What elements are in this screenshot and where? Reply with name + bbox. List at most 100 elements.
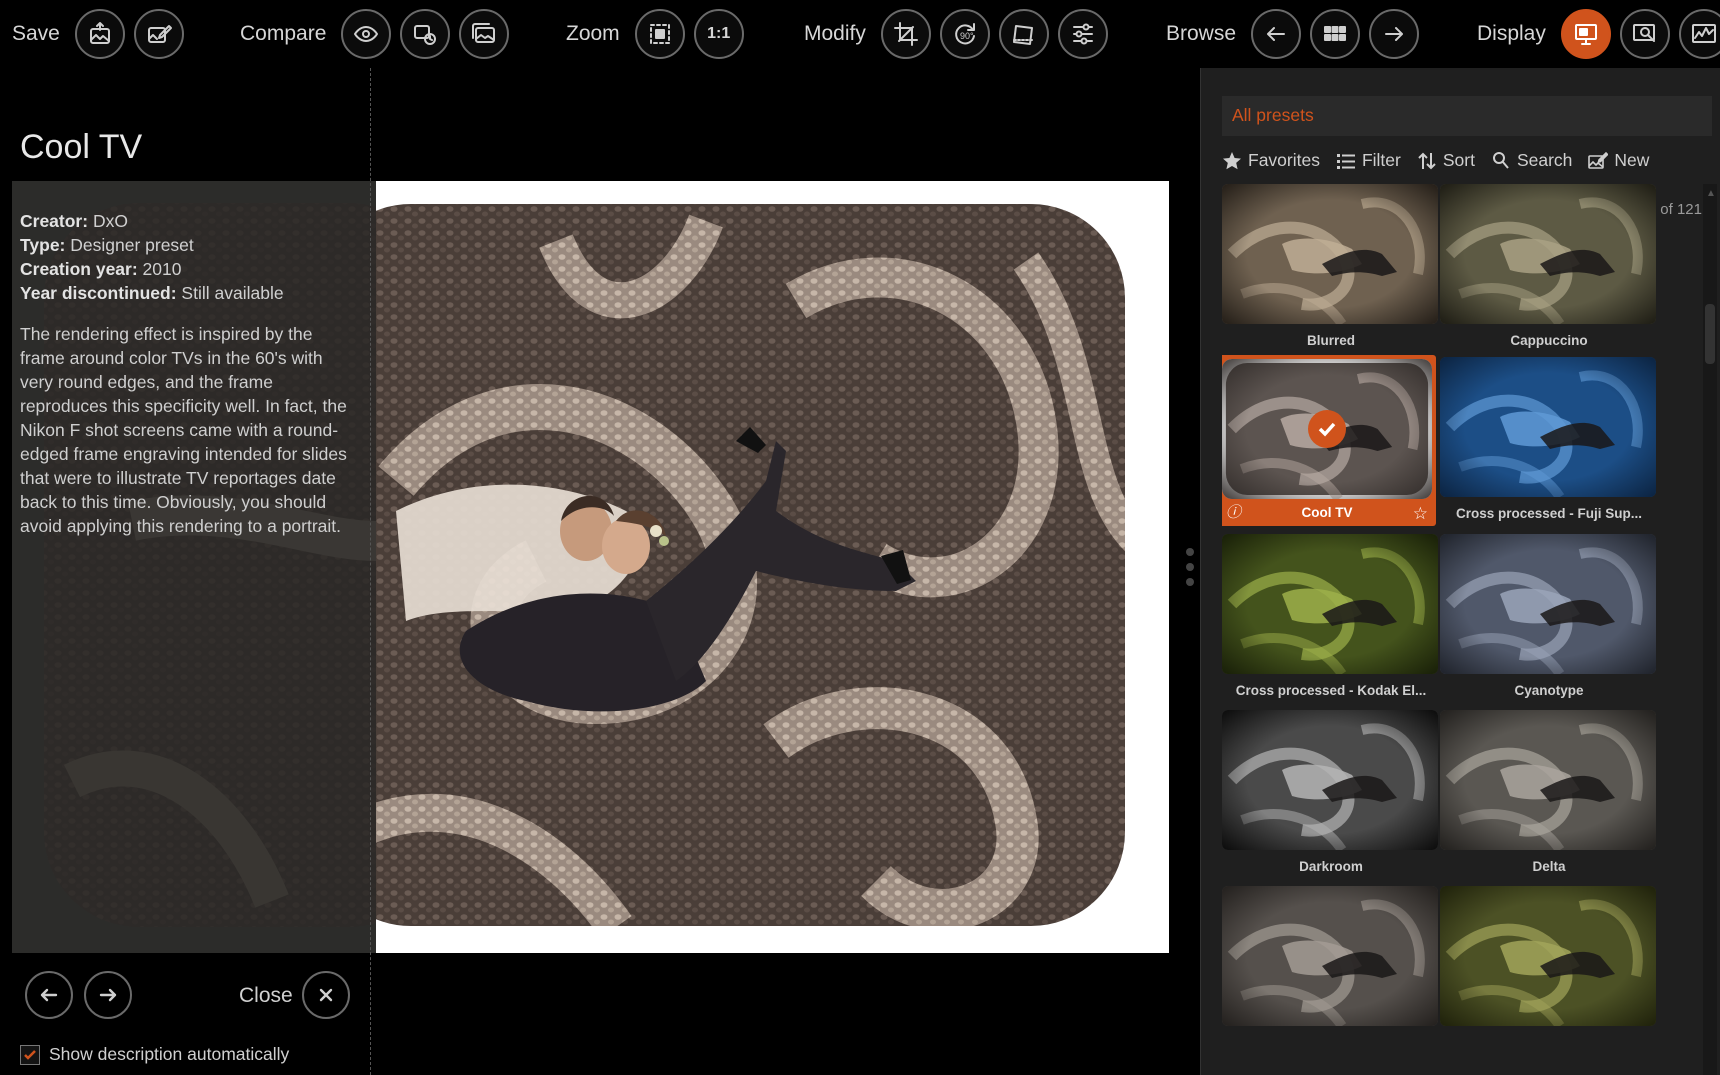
straighten-button[interactable] bbox=[998, 9, 1049, 59]
search-button[interactable]: Search bbox=[1491, 150, 1572, 171]
browse-previous-button[interactable] bbox=[1251, 9, 1302, 59]
modify-group: Modify 90° bbox=[804, 0, 1108, 68]
compare-group-label: Compare bbox=[240, 22, 327, 45]
preset-tile[interactable]: Blurred bbox=[1222, 184, 1440, 348]
preview-image bbox=[376, 181, 1169, 953]
arrow-left-icon bbox=[40, 988, 58, 1002]
history-icon bbox=[414, 25, 437, 45]
preview-photo bbox=[376, 202, 1127, 928]
year-key: Creation year: bbox=[20, 259, 138, 279]
type-value: Designer preset bbox=[65, 235, 194, 255]
crop-button[interactable] bbox=[880, 9, 931, 59]
preset-thumbnail bbox=[1222, 359, 1432, 499]
filter-button[interactable]: Filter bbox=[1336, 150, 1401, 171]
crop-icon bbox=[893, 22, 918, 46]
scroll-up-arrow-icon[interactable]: ▲ bbox=[1706, 188, 1716, 199]
main-toolbar: Save Compare Zoom 1:1 Modify 90° Browse … bbox=[0, 0, 1720, 68]
preset-tile[interactable]: Darkroom bbox=[1222, 710, 1440, 874]
favorites-button[interactable]: Favorites bbox=[1222, 150, 1320, 171]
auto-description-toggle[interactable]: Show description automatically bbox=[20, 1044, 289, 1065]
split-divider[interactable] bbox=[370, 68, 371, 1075]
auto-description-checkbox[interactable] bbox=[20, 1044, 40, 1065]
zoom-fit-button[interactable] bbox=[634, 9, 685, 59]
search-icon bbox=[1492, 151, 1509, 169]
preset-tile-label: Blurred bbox=[1306, 333, 1355, 348]
year-value: 2010 bbox=[137, 259, 182, 279]
type-key: Type: bbox=[20, 235, 66, 255]
zoom-100-label: 1:1 bbox=[707, 25, 731, 42]
preset-tile-label: Delta bbox=[1532, 859, 1566, 874]
selected-check-icon bbox=[1308, 410, 1346, 448]
panel-splitter-handle[interactable] bbox=[1186, 548, 1194, 593]
sort-button[interactable]: Sort bbox=[1417, 150, 1475, 171]
preset-thumbnail bbox=[1440, 184, 1656, 324]
display-loupe-button[interactable] bbox=[1619, 9, 1670, 59]
preset-tile[interactable]: Cross processed - Fuji Sup... bbox=[1440, 357, 1658, 521]
zoom-group: Zoom 1:1 bbox=[566, 0, 744, 68]
preset-thumbnail bbox=[1222, 534, 1438, 674]
close-button[interactable] bbox=[302, 971, 350, 1019]
preset-tile-label: Cappuccino bbox=[1510, 333, 1588, 348]
browse-grid-button[interactable] bbox=[1310, 9, 1361, 59]
auto-description-label: Show description automatically bbox=[49, 1044, 290, 1064]
browse-group-label: Browse bbox=[1166, 22, 1237, 45]
histogram-icon bbox=[1691, 24, 1716, 43]
preset-thumbnail bbox=[1222, 710, 1438, 850]
export-edit-button[interactable] bbox=[133, 9, 184, 59]
preset-tile[interactable]: Cross processed - Kodak El... bbox=[1222, 534, 1440, 698]
favorite-star-icon[interactable]: ☆ bbox=[1413, 504, 1428, 524]
display-group-label: Display bbox=[1477, 22, 1546, 45]
preset-thumbnail bbox=[1440, 710, 1656, 850]
adjustments-button[interactable] bbox=[1057, 9, 1108, 59]
monitor-icon bbox=[1574, 24, 1597, 45]
compare-group: Compare bbox=[240, 0, 510, 68]
eye-icon bbox=[354, 26, 379, 42]
browse-next-button[interactable] bbox=[1369, 9, 1420, 59]
preset-tile[interactable] bbox=[1222, 886, 1440, 1035]
presets-category[interactable]: All presets bbox=[1232, 105, 1314, 126]
display-monitor-button[interactable] bbox=[1560, 9, 1611, 59]
preset-thumbnail bbox=[1440, 357, 1656, 497]
presets-grid: Blurred Cappuccino Cool TV ⓘ ☆ Cross processe… bbox=[1222, 184, 1682, 1075]
creator-key: Creator: bbox=[20, 211, 89, 231]
zoom-group-label: Zoom bbox=[566, 22, 620, 45]
checkmark-icon bbox=[24, 1049, 36, 1060]
new-preset-button[interactable]: New bbox=[1588, 150, 1649, 171]
discontinued-row: Year discontinued: Still available bbox=[20, 281, 284, 305]
compare-original-button[interactable] bbox=[341, 9, 392, 59]
rotate-button[interactable]: 90° bbox=[939, 9, 990, 59]
creator-value: DxO bbox=[88, 211, 128, 231]
scrollbar-thumb[interactable] bbox=[1705, 304, 1715, 364]
preset-tile[interactable] bbox=[1440, 886, 1658, 1035]
preset-tile[interactable]: Cappuccino bbox=[1440, 184, 1658, 348]
save-group: Save bbox=[12, 0, 184, 68]
discontinued-key: Year discontinued: bbox=[20, 283, 177, 303]
loupe-icon bbox=[1632, 24, 1655, 42]
sort-label: Sort bbox=[1442, 150, 1475, 170]
preset-tile[interactable]: Delta bbox=[1440, 710, 1658, 874]
preset-tile[interactable]: Cyanotype bbox=[1440, 534, 1658, 698]
filter-label: Filter bbox=[1361, 150, 1401, 170]
sliders-icon bbox=[1072, 23, 1093, 45]
presets-scrollbar[interactable]: ▲ bbox=[1703, 184, 1717, 1075]
preset-tile[interactable]: Cool TV ⓘ ☆ bbox=[1222, 355, 1436, 526]
photos-icon bbox=[472, 23, 496, 43]
new-preset-icon bbox=[1588, 151, 1609, 169]
compare-history-button[interactable] bbox=[400, 9, 451, 59]
rotate-90-text: 90° bbox=[960, 31, 974, 41]
preset-thumbnail bbox=[1222, 886, 1438, 1026]
compare-side-by-side-button[interactable] bbox=[459, 9, 510, 59]
search-label: Search bbox=[1516, 150, 1573, 170]
preset-metadata: Creator: DxO Type: Designer preset Creat… bbox=[20, 209, 284, 305]
info-icon[interactable]: ⓘ bbox=[1226, 501, 1241, 522]
sort-icon bbox=[1418, 152, 1436, 169]
export-image-button[interactable] bbox=[74, 9, 125, 59]
previous-preset-button[interactable] bbox=[25, 971, 73, 1019]
creator-row: Creator: DxO bbox=[20, 209, 284, 233]
display-histogram-button[interactable] bbox=[1678, 9, 1720, 59]
next-preset-button[interactable] bbox=[84, 971, 132, 1019]
zoom-100-button[interactable]: 1:1 bbox=[693, 9, 744, 59]
arrow-left-icon bbox=[1267, 27, 1286, 41]
rotate-icon: 90° bbox=[955, 23, 975, 45]
type-row: Type: Designer preset bbox=[20, 233, 284, 257]
